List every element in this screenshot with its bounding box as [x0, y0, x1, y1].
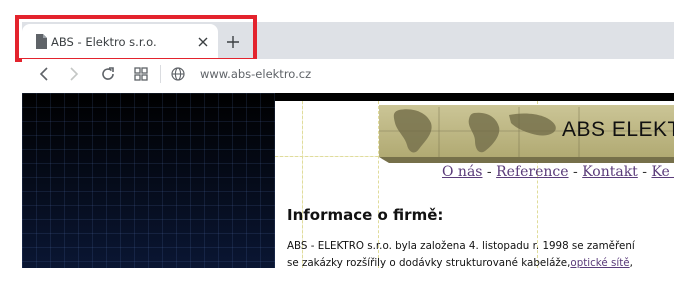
paragraph-text: , — [629, 257, 633, 268]
back-icon[interactable] — [36, 66, 52, 82]
reload-icon[interactable] — [100, 66, 116, 82]
forward-icon[interactable] — [66, 66, 82, 82]
toolbar-divider — [160, 65, 161, 83]
tab-highlight-box — [15, 15, 257, 62]
paragraph-line: ABS - ELEKTRO s.r.o. byla založena 4. li… — [287, 240, 635, 252]
browser-toolbar: www.abs-elektro.cz — [22, 59, 674, 89]
address-bar[interactable]: www.abs-elektro.cz — [200, 67, 311, 81]
page-heading: Informace o firmě: — [287, 206, 444, 224]
content-area: ABS ELEKTRO O nás - Reference - Kontakt … — [275, 101, 674, 268]
nav-link-ke-stazeni[interactable]: Ke st — [651, 164, 674, 180]
top-bar — [275, 93, 674, 101]
nav-link-kontakt[interactable]: Kontakt — [582, 164, 638, 180]
apps-grid-icon[interactable] — [133, 66, 149, 82]
banner-title: ABS ELEKTRO — [562, 118, 674, 141]
page-viewport: ABS ELEKTRO O nás - Reference - Kontakt … — [22, 93, 674, 268]
main-nav: O nás - Reference - Kontakt - Ke st — [442, 164, 674, 180]
globe-icon[interactable] — [170, 66, 186, 82]
paragraph-line: se zakázky rozšířily o dodávky strukturo… — [287, 255, 635, 268]
left-panel — [22, 93, 275, 268]
nav-separator: - — [482, 164, 497, 180]
intro-paragraph: ABS - ELEKTRO s.r.o. byla založena 4. li… — [287, 238, 635, 268]
paragraph-text: se zakázky rozšířily o dodávky strukturo… — [287, 257, 571, 268]
nav-separator: - — [568, 164, 583, 180]
nav-link-o-nas[interactable]: O nás — [442, 164, 482, 180]
nav-link-reference[interactable]: Reference — [496, 164, 568, 180]
nav-separator: - — [637, 164, 652, 180]
link-opticke-site[interactable]: optické sítě — [570, 257, 629, 268]
